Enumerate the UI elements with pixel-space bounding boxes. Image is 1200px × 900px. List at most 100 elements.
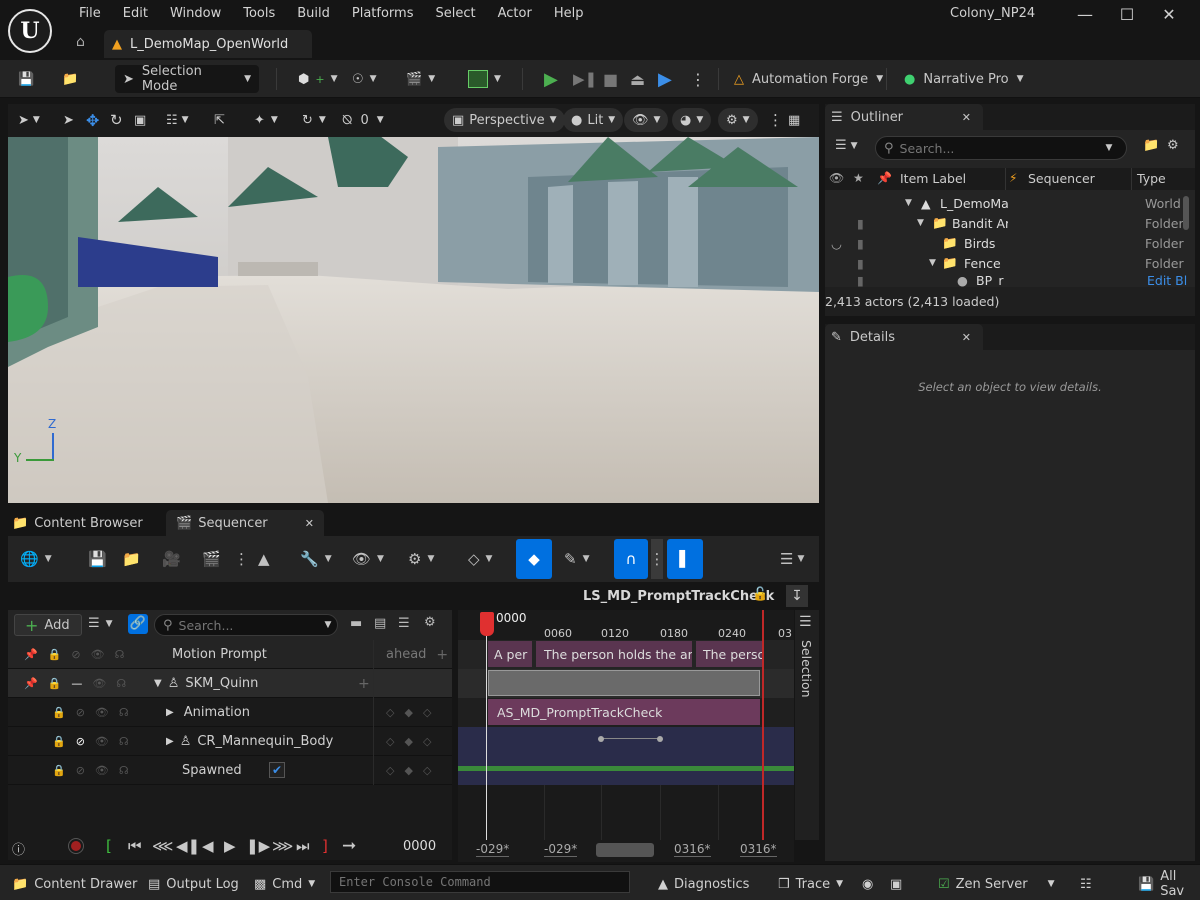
rotation-snap-button[interactable]: ↻ ▼ <box>302 108 326 132</box>
outliner-row[interactable]: ▮ ▼ 📁 Fence Folder <box>825 253 1195 273</box>
snap-to-frames-button[interactable]: ▌ <box>667 539 703 579</box>
select-tool-icon[interactable]: ➤ <box>63 108 74 132</box>
collapsed-arrow-icon[interactable]: ▶ <box>166 707 174 718</box>
curve-editor-icon[interactable]: ▲ <box>258 546 270 572</box>
timeline-area[interactable]: 0060 0120 0180 0240 03 A per The person … <box>458 610 794 840</box>
expanded-arrow-icon[interactable]: ▼ <box>929 258 936 268</box>
outliner-search-input[interactable] <box>899 140 1100 156</box>
sliders-icon[interactable]: ☰ <box>799 614 812 630</box>
jump-start-icon[interactable]: ⏮ <box>128 837 142 855</box>
column-item-label[interactable]: Item Label <box>900 171 966 186</box>
track-row-spawned[interactable]: 🔒 ⊘ 👁 ☊ Spawned ✔ ◇ ◆ ◇ <box>8 756 452 785</box>
translate-tool-icon[interactable]: ✥ <box>86 108 99 132</box>
record-button[interactable] <box>68 838 84 854</box>
star-icon[interactable]: ★ <box>853 171 864 185</box>
snapshot-icon[interactable]: ▣ <box>890 873 902 895</box>
grid-snap-button[interactable]: ✦ ▼ <box>254 108 278 132</box>
prev-frame-icon[interactable]: ◀❚ <box>176 837 200 855</box>
snap-button[interactable]: ∩ <box>614 539 648 579</box>
track-row-skm-quinn[interactable]: 📌 🔒 — 👁 ☊ ▼ ♙ SKM_Quinn + <box>8 669 452 698</box>
tree-settings-icon[interactable]: ⚙ <box>424 615 436 630</box>
map-tab[interactable]: ▲ L_DemoMap_OpenWorld <box>104 30 312 58</box>
track-search-input[interactable] <box>178 617 319 633</box>
menu-help[interactable]: Help <box>543 4 595 24</box>
save-all-button[interactable]: 💾 All Sav <box>1138 869 1200 899</box>
expanded-arrow-icon[interactable]: ▼ <box>154 678 162 689</box>
scale-tool-icon[interactable]: ▣ <box>134 108 146 132</box>
outliner-row[interactable]: ▮ ● BP_r Edit Bl <box>825 273 1195 287</box>
perspective-button[interactable]: ▣ Perspective ▼ <box>444 108 565 132</box>
viewport-options-button[interactable]: ➤ ▼ <box>18 108 40 132</box>
automation-forge-button[interactable]: △ Automation Forge ▼ <box>734 66 883 92</box>
loop-arrow-icon[interactable]: ➞ <box>342 836 356 856</box>
menu-select[interactable]: Select <box>425 4 487 24</box>
outliner-row[interactable]: ▮ ▼ 📁 Bandit Ar Folder <box>825 213 1195 233</box>
level-viewport[interactable]: Z Y <box>8 137 819 503</box>
zen-server-button[interactable]: ☑ Zen Server ▼ <box>938 873 1054 895</box>
hidden-eye-icon[interactable]: ◡ <box>831 236 842 251</box>
unreal-logo-icon[interactable]: U <box>8 9 52 53</box>
jump-end-icon[interactable]: ⏭ <box>296 837 310 855</box>
menu-build[interactable]: Build <box>286 4 341 24</box>
track-row-header[interactable]: 📌 🔒 ⊘ 👁 ☊ Motion Prompt ahead + <box>8 640 452 669</box>
stop-icon[interactable]: ■ <box>603 66 618 92</box>
coordinate-space-button[interactable]: ☷ ▼ <box>166 108 189 132</box>
browse-icon[interactable]: 📁 <box>62 66 78 92</box>
link-icon[interactable]: 🔗 <box>128 614 148 634</box>
selection-mode-button[interactable]: ➤ Selection Mode ▼ <box>115 64 259 94</box>
range-end-label[interactable]: 0316* <box>740 842 777 857</box>
current-frame[interactable]: 0000 <box>403 839 436 854</box>
view-start-label[interactable]: -029* <box>544 842 578 857</box>
home-icon[interactable]: ⌂ <box>76 34 85 50</box>
cmd-button[interactable]: ▩ Cmd ▼ <box>254 873 315 895</box>
eye-icon[interactable]: 👁 <box>829 171 844 185</box>
scale-snap-button[interactable]: ⦰ 0 ▼ <box>342 108 384 132</box>
add-track-button[interactable]: + Add <box>14 614 82 636</box>
new-folder-icon[interactable]: 📁 <box>1143 138 1159 153</box>
simulate-icon[interactable]: ▶ <box>658 66 672 92</box>
play-forward-icon[interactable]: ▶ <box>224 837 236 855</box>
trace-button[interactable]: ❒ Trace ▼ <box>778 873 843 895</box>
menu-tools[interactable]: Tools <box>232 4 286 24</box>
narrative-pro-button[interactable]: ● Narrative Pro ▼ <box>904 66 1024 92</box>
more-options-icon[interactable]: ⋮ <box>768 108 783 132</box>
filter-button[interactable]: ☰ ▼ <box>88 616 113 631</box>
world-button[interactable]: 🌐 ▼ <box>20 546 52 572</box>
skm-section[interactable] <box>488 670 760 696</box>
layout-grid-icon[interactable]: ▦ <box>788 108 800 132</box>
maximize-icon[interactable]: ☐ <box>1106 0 1148 30</box>
menu-window[interactable]: Window <box>159 4 232 24</box>
collapse-icon[interactable]: ▬ <box>350 616 362 631</box>
play-icon[interactable]: ▶ <box>544 66 558 92</box>
track-row-animation[interactable]: 🔒 ⊘ 👁 ☊ ▶ Animation ◇ ◆ ◇ <box>8 698 452 727</box>
console-input[interactable] <box>330 871 630 893</box>
rotate-tool-icon[interactable]: ↻ <box>110 108 123 132</box>
content-drawer-button[interactable]: 📁 Content Drawer <box>12 873 137 895</box>
save-icon[interactable]: 💾 <box>18 66 34 92</box>
menu-actor[interactable]: Actor <box>487 4 543 24</box>
browse-sequence-icon[interactable]: 📁 <box>122 546 141 572</box>
view-options-button[interactable]: 👁 ▼ <box>352 546 384 572</box>
view-end-label[interactable]: 0316* <box>674 842 711 857</box>
prompt-segment[interactable]: The person holds the arm <box>536 641 692 667</box>
camera-icon[interactable]: 🎥 <box>162 546 181 572</box>
sequencer-menu-button[interactable]: ☰ ▼ <box>780 546 804 572</box>
lock-icon[interactable]: 🔓 <box>752 587 768 602</box>
spawned-checkbox[interactable]: ✔ <box>269 762 285 778</box>
range-scrollbar[interactable] <box>596 843 654 857</box>
selection-tab-label[interactable]: Selection <box>799 640 814 698</box>
prompt-segment[interactable]: The perso <box>696 641 762 667</box>
reverse-play-icon[interactable]: ◀ <box>202 837 214 855</box>
add-plus-icon[interactable]: + <box>358 676 370 692</box>
output-log-button[interactable]: ▤ Output Log <box>148 873 239 895</box>
anim-clip[interactable]: AS_MD_PromptTrackCheck <box>488 699 760 725</box>
list-icon[interactable]: ☰ <box>398 616 410 631</box>
close-tab-icon[interactable]: ✕ <box>962 111 971 124</box>
close-icon[interactable]: ✕ <box>1148 0 1190 30</box>
performance-button[interactable]: ◕ ▼ <box>672 108 712 132</box>
add-actor-button[interactable]: ⬢ + ▼ <box>298 66 338 92</box>
actions-button[interactable]: 🔧 ▼ <box>300 546 332 572</box>
keyframe[interactable] <box>598 736 604 742</box>
source-control-icon[interactable]: ☷ <box>1080 873 1092 895</box>
add-plus-icon[interactable]: + <box>436 647 448 663</box>
